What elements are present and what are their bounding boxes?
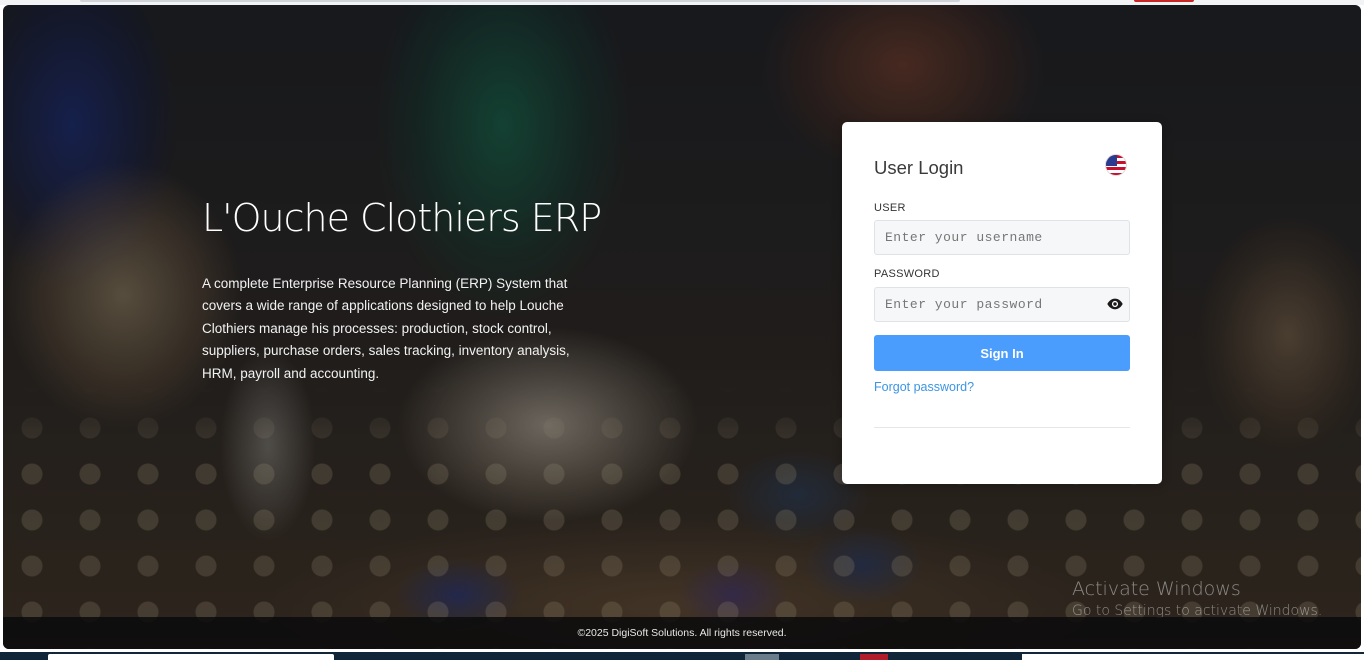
taskbar-tray[interactable]	[1022, 654, 1364, 660]
taskbar-app-icon[interactable]	[745, 654, 779, 660]
taskbar-search-box[interactable]	[48, 654, 334, 660]
watermark-title: Activate Windows	[1072, 578, 1241, 600]
os-taskbar	[0, 652, 1364, 660]
user-label: USER	[874, 202, 906, 214]
browser-indicator	[1134, 0, 1194, 2]
copyright-text: ©2025 DigiSoft Solutions. All rights res…	[577, 627, 787, 639]
browser-tab-strip	[80, 0, 960, 2]
login-page-background: L'Ouche Clothiers ERP A complete Enterpr…	[3, 5, 1361, 649]
password-label: PASSWORD	[874, 268, 940, 280]
activate-windows-watermark: Activate Windows Go to Settings to activ…	[1072, 578, 1322, 619]
app-title: L'Ouche Clothiers ERP	[202, 196, 602, 240]
eye-icon[interactable]	[1107, 297, 1123, 311]
username-input[interactable]	[874, 220, 1130, 255]
page-footer: ©2025 DigiSoft Solutions. All rights res…	[3, 617, 1361, 649]
taskbar-app-icon[interactable]	[860, 654, 888, 660]
forgot-password-link[interactable]: Forgot password?	[874, 380, 974, 394]
flag-canton	[1106, 155, 1117, 166]
us-flag-icon[interactable]	[1105, 154, 1127, 176]
login-card: User Login USER PASSWORD Sign In Forgot …	[842, 122, 1162, 484]
login-title: User Login	[874, 157, 964, 178]
sign-in-button[interactable]: Sign In	[874, 335, 1130, 371]
password-input[interactable]	[874, 287, 1130, 322]
hero-section: L'Ouche Clothiers ERP A complete Enterpr…	[202, 196, 622, 385]
app-description: A complete Enterprise Resource Planning …	[202, 275, 570, 381]
card-divider	[874, 427, 1130, 428]
